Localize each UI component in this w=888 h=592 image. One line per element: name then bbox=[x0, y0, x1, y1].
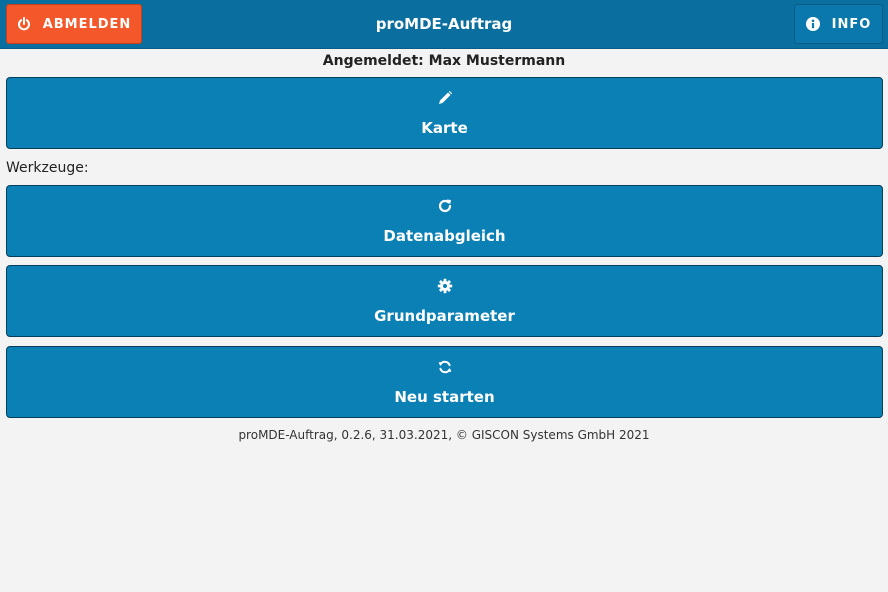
tile-neu-starten-label: Neu starten bbox=[394, 388, 495, 406]
refresh-icon bbox=[7, 198, 882, 214]
tools-section-label: Werkzeuge: bbox=[6, 160, 89, 176]
logout-button[interactable]: ABMELDEN bbox=[6, 4, 142, 44]
tile-datenabgleich[interactable]: Datenabgleich bbox=[6, 185, 883, 257]
logout-label: ABMELDEN bbox=[42, 16, 132, 32]
logged-in-status: Angemeldet: Max Mustermann bbox=[322, 53, 566, 69]
tile-datenabgleich-label: Datenabgleich bbox=[383, 227, 506, 245]
pencil-icon bbox=[7, 90, 882, 106]
restart-icon bbox=[7, 359, 882, 375]
info-icon bbox=[805, 17, 820, 31]
info-label: INFO bbox=[831, 16, 872, 32]
app-header: proMDE-Auftrag ABMELDEN INFO bbox=[0, 0, 888, 49]
tile-neu-starten[interactable]: Neu starten bbox=[6, 346, 883, 418]
power-icon bbox=[17, 17, 31, 31]
tile-grundparameter-label: Grundparameter bbox=[374, 307, 515, 325]
tile-karte-label: Karte bbox=[421, 119, 468, 137]
tile-karte[interactable]: Karte bbox=[6, 77, 883, 149]
gear-icon bbox=[7, 278, 882, 294]
info-button[interactable]: INFO bbox=[794, 4, 883, 44]
footer-version: proMDE-Auftrag, 0.2.6, 31.03.2021, © GIS… bbox=[238, 428, 650, 442]
tile-grundparameter[interactable]: Grundparameter bbox=[6, 265, 883, 337]
